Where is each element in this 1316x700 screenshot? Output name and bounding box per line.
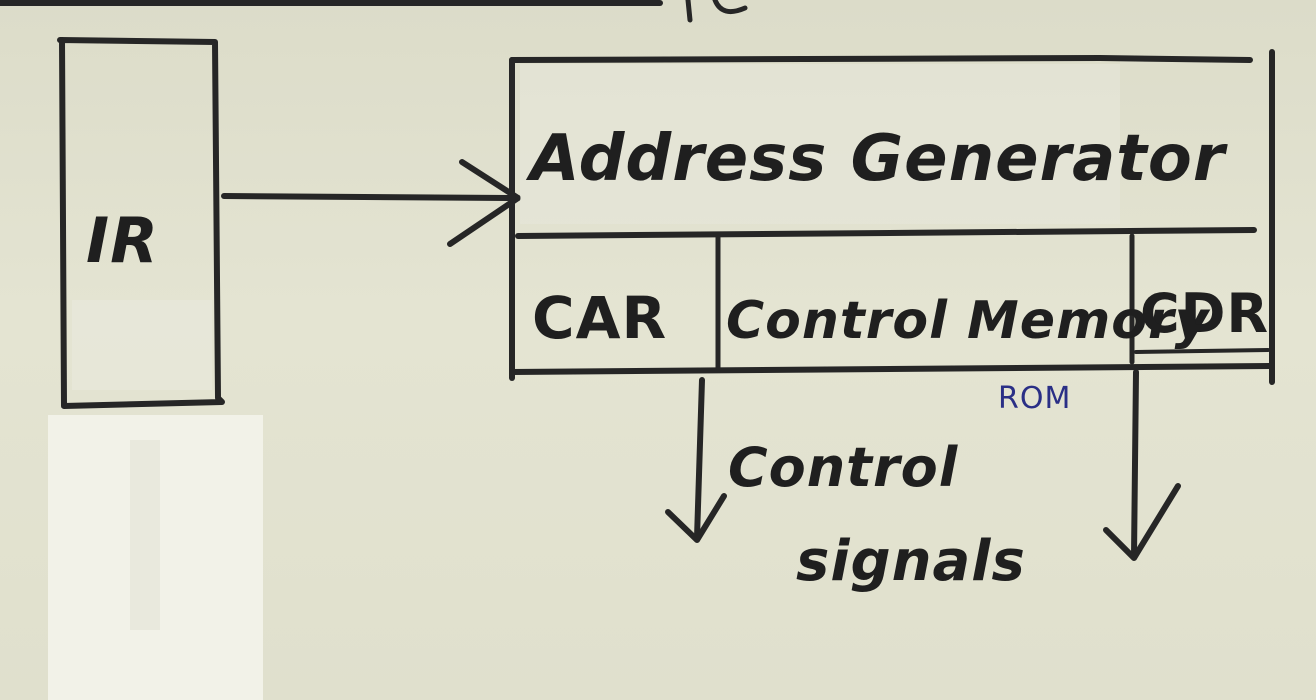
control-signals-line1: Control bbox=[728, 436, 959, 499]
control-memory-label: Control Memory bbox=[726, 291, 1211, 351]
top-edge bbox=[0, 0, 748, 23]
cdr-label: CDR bbox=[1140, 282, 1269, 345]
address-generator-label: Address Generator bbox=[525, 122, 1228, 196]
cut-off-scribble bbox=[685, 0, 748, 23]
control-signals-line2: signals bbox=[796, 529, 1026, 594]
correction-patch-shadow bbox=[130, 440, 160, 630]
control-unit-block: Address Generator CAR Control Memory CDR bbox=[509, 49, 1275, 385]
control-signals-arrow bbox=[665, 377, 727, 543]
cdr-output-arrow bbox=[1103, 369, 1181, 561]
rom-note: ROM bbox=[998, 381, 1071, 416]
car-label: CAR bbox=[532, 284, 667, 352]
ir-to-address-arrow bbox=[221, 159, 521, 247]
ir-register: IR bbox=[57, 37, 225, 409]
ir-label: IR bbox=[86, 204, 159, 277]
diagram-canvas: IR Address Generator CAR Control Memory … bbox=[0, 0, 1275, 700]
